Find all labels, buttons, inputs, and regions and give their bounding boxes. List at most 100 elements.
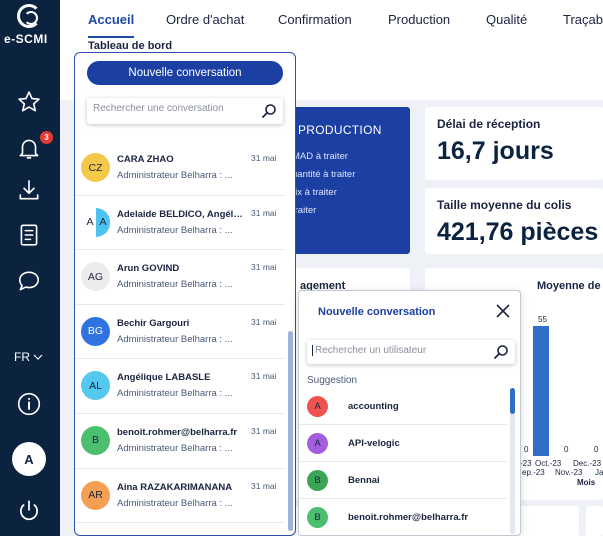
download-icon[interactable] xyxy=(15,176,43,204)
top-nav: Accueil Ordre d'achat Confirmation Produ… xyxy=(60,0,603,38)
conversation-item[interactable]: A A Adelaide BELDICO, Angéli... Administrat… xyxy=(75,196,285,251)
search-icon[interactable] xyxy=(261,103,277,119)
chart-tick-label: ep.-23 xyxy=(522,468,545,477)
conversation-date: 31 mai xyxy=(251,207,277,218)
conversation-name: benoit.rohmer@belharra.fr xyxy=(117,426,238,438)
user-search-input[interactable] xyxy=(312,345,482,356)
suggestion-name: API-velogic xyxy=(348,438,400,449)
suggestion-name: benoit.rohmer@belharra.fr xyxy=(348,512,469,523)
info-icon[interactable] xyxy=(15,390,43,418)
suggestion-item[interactable]: Bbenoit.rohmer@belharra.fr xyxy=(299,499,507,535)
suggestion-scrollbar[interactable] xyxy=(510,388,515,414)
avatar: A xyxy=(307,396,328,417)
search-icon[interactable] xyxy=(493,344,509,360)
kpi-label: Taille moyenne du colis xyxy=(437,198,572,212)
avatar: B xyxy=(81,425,110,455)
tab-ordre-achat[interactable]: Ordre d'achat xyxy=(166,12,244,27)
language-label: FR xyxy=(14,350,30,364)
tab-confirmation[interactable]: Confirmation xyxy=(278,12,352,27)
new-conversation-button[interactable]: Nouvelle conversation xyxy=(87,61,283,85)
conversation-preview: Administrateur Belharra : ... xyxy=(117,442,233,454)
suggestion-item[interactable]: A API-velogic xyxy=(299,425,507,462)
dialog-title: Nouvelle conversation xyxy=(318,306,436,318)
kpi-value: 421,76 pièces xyxy=(437,218,599,246)
chart-data-label: 55 xyxy=(538,315,547,324)
suggestion-label: Suggestion xyxy=(307,375,358,386)
chat-icon[interactable] xyxy=(15,267,43,295)
chart-data-label: 0 xyxy=(524,445,529,454)
conversation-date: 31 mai xyxy=(251,371,277,382)
chart-tick-label: Dec.-23 xyxy=(573,459,602,468)
conversation-preview: Administrateur Belharra : ... xyxy=(117,497,233,509)
conversation-scrollbar[interactable] xyxy=(288,331,293,531)
chart-data-label: 0 xyxy=(564,445,569,454)
production-card[interactable]: PRODUCTION MAD à traiter uantité à trait… xyxy=(280,107,410,254)
left-rail: e-SCMI 3 FR A xyxy=(0,0,60,536)
logo-text: e-SCMI xyxy=(4,32,48,46)
production-line[interactable]: uantité à traiter xyxy=(292,169,355,180)
close-icon[interactable] xyxy=(495,303,511,319)
avatar: AR xyxy=(81,480,110,510)
avatar: AG xyxy=(81,262,110,292)
conversation-name: CARA ZHAO xyxy=(117,154,174,165)
tab-qualite[interactable]: Qualité xyxy=(486,12,527,27)
chart-tick-label: -23 xyxy=(520,459,532,468)
chart-tick-label: Nov.-23 xyxy=(555,468,583,477)
avatar: A xyxy=(307,433,328,454)
notification-badge: 3 xyxy=(40,131,53,144)
suggestion-item[interactable]: Aaccounting xyxy=(299,388,507,425)
avatar: CZ xyxy=(81,153,110,182)
conversation-name: Bechir Gargouri xyxy=(117,317,190,329)
logo[interactable]: e-SCMI xyxy=(0,0,60,52)
conversation-name: Angélique LABASLE xyxy=(117,372,211,384)
avatar: AL xyxy=(81,371,110,401)
conversation-item[interactable]: Bbenoit.rohmer@belharra.fr Administrateur… xyxy=(75,414,285,469)
conversation-search-input[interactable] xyxy=(93,103,253,114)
kpi-label: Délai de réception xyxy=(437,117,541,131)
chevron-down-icon xyxy=(33,354,43,360)
user-avatar[interactable]: A xyxy=(12,442,46,476)
conversation-date: 31 mai xyxy=(251,316,277,327)
conversation-preview: Administrateur Belharra : ... xyxy=(117,333,233,345)
tab-tracabilite[interactable]: Traçabi xyxy=(563,12,603,27)
language-selector[interactable]: FR xyxy=(14,350,43,364)
conversation-item[interactable]: AL Angélique LABASLE Administrateur Belhar… xyxy=(75,359,285,414)
conversation-item[interactable]: AG Arun GOVIND Administrateur Belharra : .… xyxy=(75,250,285,305)
chart-title: Moyenne de xyxy=(537,280,601,292)
bell-icon[interactable] xyxy=(15,134,43,162)
conversation-item[interactable]: CZ CARA ZHAO Administrateur Belharra : ...… xyxy=(75,141,285,196)
conversation-panel: Nouvelle conversation CZ CARA ZHAO Adminis… xyxy=(74,52,296,536)
document-icon[interactable] xyxy=(15,221,43,249)
conversation-date: 31 mai xyxy=(251,425,277,436)
avatar: B xyxy=(307,470,328,491)
logo-icon xyxy=(17,4,41,28)
conversation-list: CZ CARA ZHAO Administrateur Belharra : ...… xyxy=(75,141,285,524)
conversation-date: 31 mai xyxy=(251,153,277,163)
suggestion-name: Bennai xyxy=(348,475,380,486)
conversation-item[interactable]: BG Bechir Gargouri Administrateur Belharra… xyxy=(75,305,285,360)
conversation-name: Aina RAZAKARIMANANA xyxy=(117,481,233,493)
page-title: Tableau de bord xyxy=(88,40,173,52)
conversation-date: 31 mai xyxy=(251,480,277,491)
production-line[interactable]: MAD à traiter xyxy=(292,151,348,162)
new-conversation-dialog: Nouvelle conversation Suggestion Aaccoun… xyxy=(298,290,521,536)
tab-production[interactable]: Production xyxy=(388,12,450,27)
power-icon[interactable] xyxy=(15,497,43,525)
conversation-item[interactable]: AR Aina RAZAKARIMANANA Administrateur Belh… xyxy=(75,469,285,524)
conversation-preview: Administrateur Belharra : ... xyxy=(117,170,233,181)
conversation-date: 31 mai xyxy=(251,262,277,273)
conversation-name: Arun GOVIND xyxy=(117,263,180,275)
chart-bar[interactable] xyxy=(533,326,549,456)
avatar: A xyxy=(96,207,110,237)
conversation-preview: Administrateur Belharra : ... xyxy=(117,224,233,236)
star-icon[interactable] xyxy=(15,88,43,116)
conversation-search xyxy=(87,98,283,124)
tab-accueil[interactable]: Accueil xyxy=(88,12,134,27)
user-search xyxy=(307,340,515,364)
bottom-card xyxy=(586,506,603,536)
chart-x-axis-label: Mois xyxy=(577,478,596,487)
avatar: B xyxy=(307,507,328,528)
production-line[interactable]: rix à traiter xyxy=(292,187,337,198)
suggestion-item[interactable]: B Bennai xyxy=(299,462,507,499)
avatar: BG xyxy=(81,316,110,346)
